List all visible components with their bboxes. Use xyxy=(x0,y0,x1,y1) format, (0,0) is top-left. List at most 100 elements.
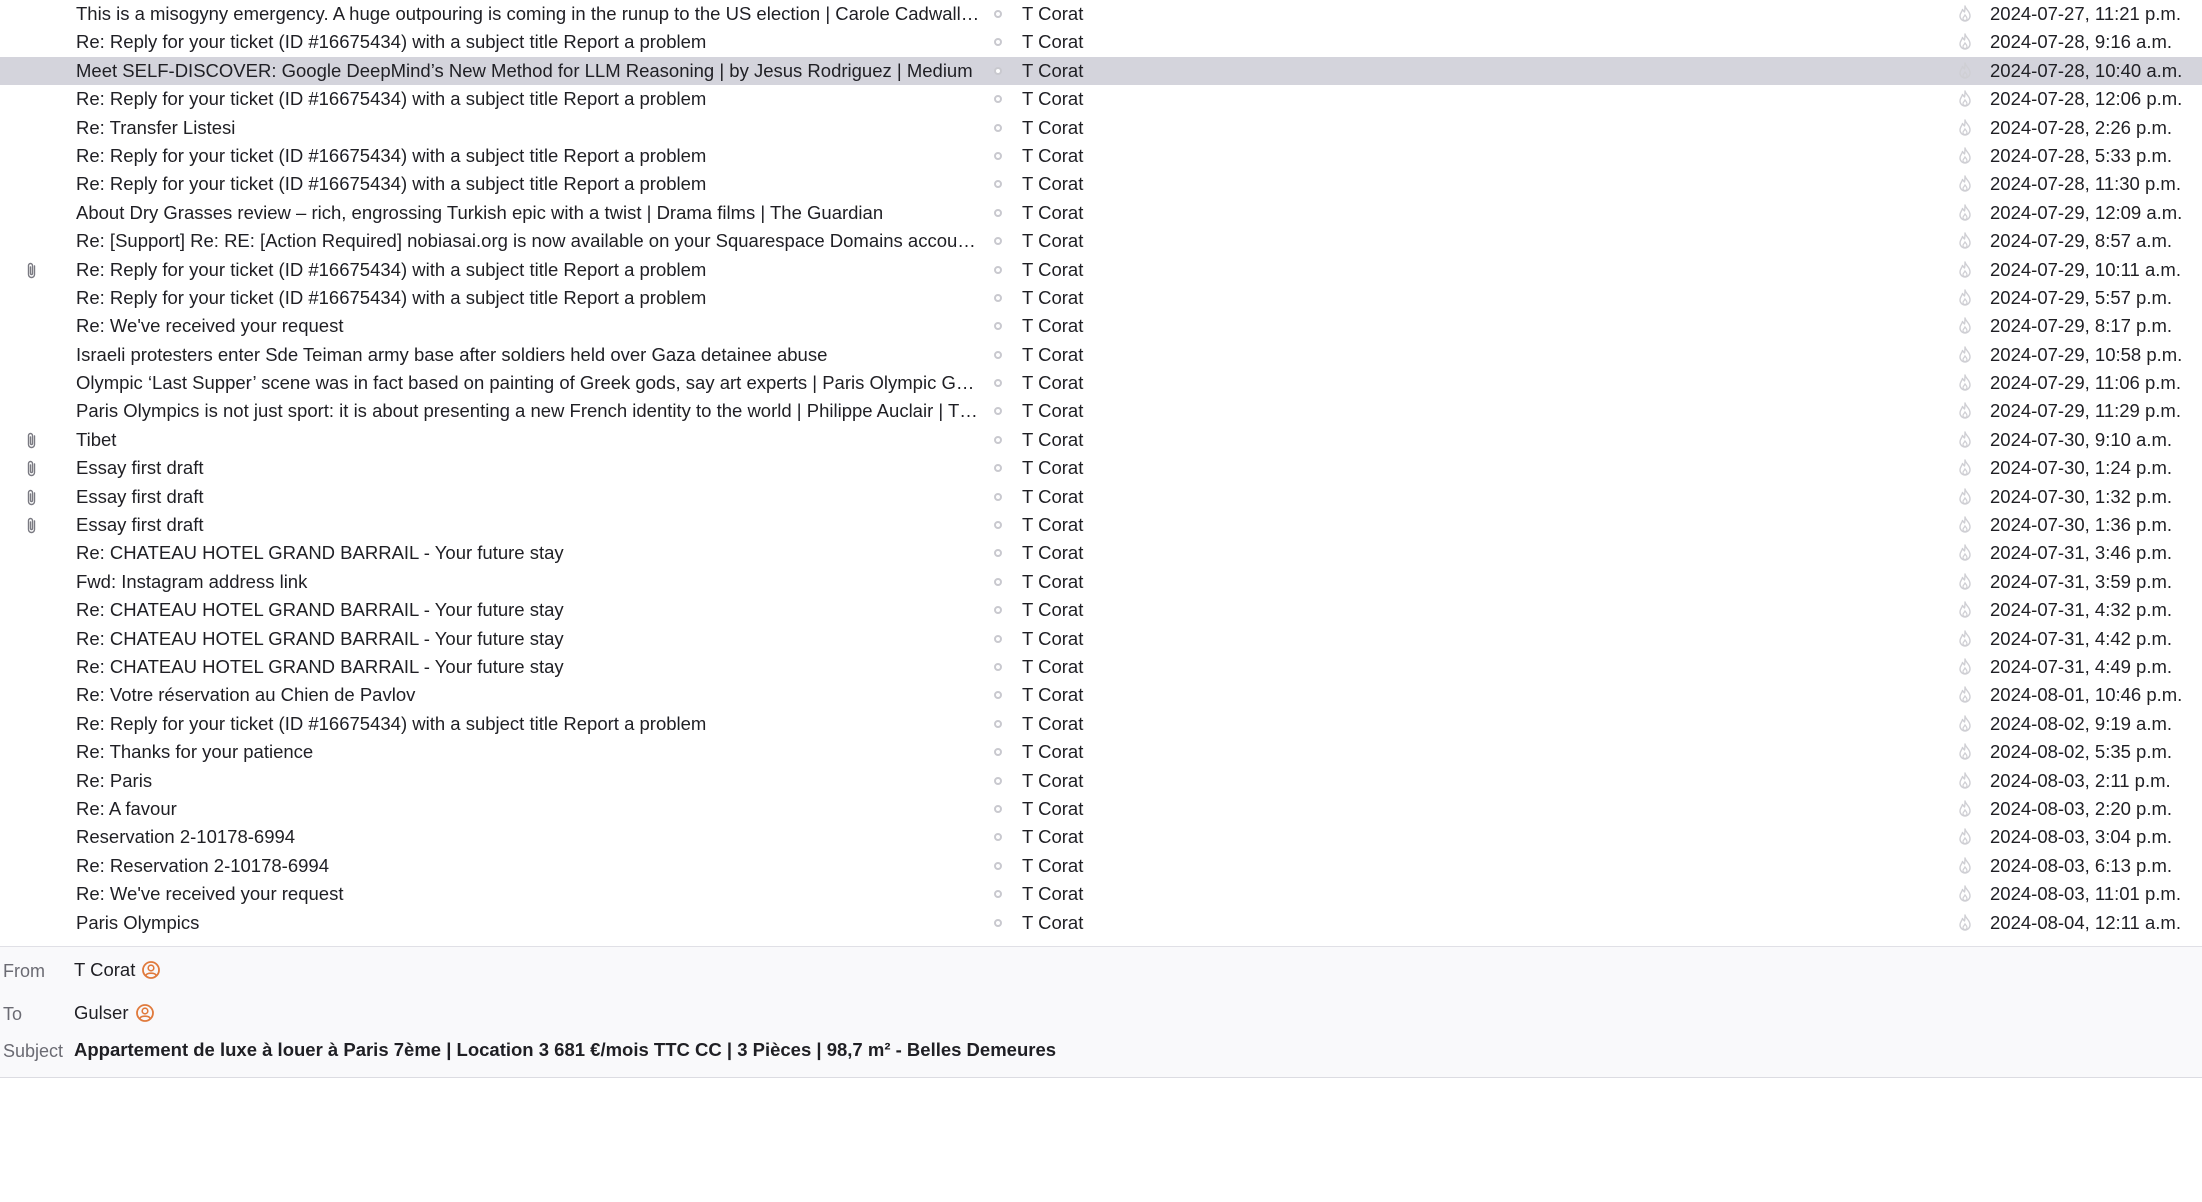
message-sender[interactable]: T Corat xyxy=(1022,341,1182,369)
flame-icon[interactable] xyxy=(1955,260,1975,280)
read-dot-icon[interactable] xyxy=(994,265,1002,274)
message-subject[interactable]: About Dry Grasses review – rich, engross… xyxy=(76,199,981,227)
message-sender[interactable]: T Corat xyxy=(1022,625,1182,653)
message-row[interactable]: Re: CHATEAU HOTEL GRAND BARRAIL - Your f… xyxy=(0,625,2202,653)
flame-icon[interactable] xyxy=(1955,458,1975,478)
message-date[interactable]: 2024-07-28, 10:40 a.m. xyxy=(1990,57,2200,85)
read-dot-icon[interactable] xyxy=(994,464,1002,473)
message-row[interactable]: Re: Reply for your ticket (ID #16675434)… xyxy=(0,170,2202,198)
flame-icon[interactable] xyxy=(1955,32,1975,52)
message-sender[interactable]: T Corat xyxy=(1022,256,1182,284)
message-row[interactable]: Essay first draft T Corat 2024-07-30, 1:32… xyxy=(0,483,2202,511)
read-dot-icon[interactable] xyxy=(994,719,1002,728)
flame-icon[interactable] xyxy=(1955,316,1975,336)
message-date[interactable]: 2024-07-30, 1:24 p.m. xyxy=(1990,454,2200,482)
message-subject[interactable]: Re: Votre réservation au Chien de Pavlov xyxy=(76,681,981,709)
message-date[interactable]: 2024-07-31, 4:32 p.m. xyxy=(1990,596,2200,624)
message-date[interactable]: 2024-07-28, 12:06 p.m. xyxy=(1990,85,2200,113)
read-dot-icon[interactable] xyxy=(994,237,1002,246)
message-sender[interactable]: T Corat xyxy=(1022,483,1182,511)
message-row[interactable]: This is a misogyny emergency. A huge out… xyxy=(0,0,2202,28)
read-dot-icon[interactable] xyxy=(994,662,1002,671)
read-dot-icon[interactable] xyxy=(994,804,1002,813)
message-date[interactable]: 2024-07-29, 5:57 p.m. xyxy=(1990,284,2200,312)
message-subject[interactable]: Re: We've received your request xyxy=(76,880,981,908)
message-row[interactable]: Re: Transfer Listesi T Corat 2024-07-28, 2… xyxy=(0,114,2202,142)
message-date[interactable]: 2024-07-30, 1:36 p.m. xyxy=(1990,511,2200,539)
message-date[interactable]: 2024-07-29, 8:57 a.m. xyxy=(1990,227,2200,255)
message-list[interactable]: This is a misogyny emergency. A huge out… xyxy=(0,0,2202,946)
message-sender[interactable]: T Corat xyxy=(1022,170,1182,198)
message-date[interactable]: 2024-07-28, 9:16 a.m. xyxy=(1990,28,2200,56)
message-subject[interactable]: Re: CHATEAU HOTEL GRAND BARRAIL - Your f… xyxy=(76,653,981,681)
message-sender[interactable]: T Corat xyxy=(1022,653,1182,681)
message-row[interactable]: Tibet T Corat 2024-07-30, 9:10 a.m. xyxy=(0,426,2202,454)
message-row[interactable]: Re: Reply for your ticket (ID #16675434)… xyxy=(0,284,2202,312)
flame-icon[interactable] xyxy=(1955,856,1975,876)
message-sender[interactable]: T Corat xyxy=(1022,568,1182,596)
read-dot-icon[interactable] xyxy=(994,38,1002,47)
message-date[interactable]: 2024-08-02, 5:35 p.m. xyxy=(1990,738,2200,766)
flame-icon[interactable] xyxy=(1955,685,1975,705)
message-row[interactable]: Re: We've received your request T Corat 20… xyxy=(0,312,2202,340)
flame-icon[interactable] xyxy=(1955,913,1975,933)
message-row[interactable]: Re: Reply for your ticket (ID #16675434)… xyxy=(0,710,2202,738)
message-date[interactable]: 2024-07-29, 10:58 p.m. xyxy=(1990,341,2200,369)
read-dot-icon[interactable] xyxy=(994,379,1002,388)
message-sender[interactable]: T Corat xyxy=(1022,312,1182,340)
message-sender[interactable]: T Corat xyxy=(1022,426,1182,454)
flame-icon[interactable] xyxy=(1955,174,1975,194)
read-dot-icon[interactable] xyxy=(994,776,1002,785)
read-dot-icon[interactable] xyxy=(994,293,1002,302)
message-subject[interactable]: Re: Reply for your ticket (ID #16675434)… xyxy=(76,170,981,198)
message-subject[interactable]: Tibet xyxy=(76,426,981,454)
read-dot-icon[interactable] xyxy=(994,918,1002,927)
message-subject[interactable]: Re: Reply for your ticket (ID #16675434)… xyxy=(76,256,981,284)
message-date[interactable]: 2024-07-31, 4:49 p.m. xyxy=(1990,653,2200,681)
read-dot-icon[interactable] xyxy=(994,10,1002,18)
message-row[interactable]: Reservation 2-10178-6994 T Corat 2024-08-0… xyxy=(0,823,2202,851)
message-row[interactable]: Re: A favour T Corat 2024-08-03, 2:20 p.m. xyxy=(0,795,2202,823)
message-row[interactable]: Re: Reservation 2-10178-6994 T Corat 2024-… xyxy=(0,852,2202,880)
message-subject[interactable]: Paris Olympics is not just sport: it is … xyxy=(76,397,981,425)
to-field[interactable]: Gulser xyxy=(74,1002,155,1024)
message-row[interactable]: Essay first draft T Corat 2024-07-30, 1:24… xyxy=(0,454,2202,482)
message-subject[interactable]: Re: Transfer Listesi xyxy=(76,114,981,142)
message-subject[interactable]: Meet SELF-DISCOVER: Google DeepMind’s Ne… xyxy=(76,57,981,85)
message-sender[interactable]: T Corat xyxy=(1022,85,1182,113)
message-date[interactable]: 2024-07-29, 8:17 p.m. xyxy=(1990,312,2200,340)
message-subject[interactable]: Reservation 2-10178-6994 xyxy=(76,823,981,851)
message-date[interactable]: 2024-08-03, 2:20 p.m. xyxy=(1990,795,2200,823)
flame-icon[interactable] xyxy=(1955,742,1975,762)
message-row[interactable]: Re: Votre réservation au Chien de Pavlov… xyxy=(0,681,2202,709)
message-row[interactable]: About Dry Grasses review – rich, engross… xyxy=(0,199,2202,227)
message-date[interactable]: 2024-08-03, 2:11 p.m. xyxy=(1990,767,2200,795)
flame-icon[interactable] xyxy=(1955,799,1975,819)
message-row[interactable]: Fwd: Instagram address link T Corat 2024-0… xyxy=(0,568,2202,596)
to-value[interactable]: Gulser xyxy=(74,1002,129,1024)
read-dot-icon[interactable] xyxy=(994,123,1002,132)
message-subject[interactable]: Re: Paris xyxy=(76,767,981,795)
message-subject[interactable]: Israeli protesters enter Sde Teiman army… xyxy=(76,341,981,369)
flame-icon[interactable] xyxy=(1955,288,1975,308)
message-row[interactable]: Meet SELF-DISCOVER: Google DeepMind’s Ne… xyxy=(0,56,2202,86)
message-subject[interactable]: Olympic ‘Last Supper’ scene was in fact … xyxy=(76,369,981,397)
message-sender[interactable]: T Corat xyxy=(1022,767,1182,795)
flame-icon[interactable] xyxy=(1955,487,1975,507)
message-sender[interactable]: T Corat xyxy=(1022,454,1182,482)
flame-icon[interactable] xyxy=(1955,600,1975,620)
message-sender[interactable]: T Corat xyxy=(1022,369,1182,397)
message-row[interactable]: Re: [Support] Re: RE: [Action Required] … xyxy=(0,227,2202,255)
message-date[interactable]: 2024-07-29, 11:29 p.m. xyxy=(1990,397,2200,425)
flame-icon[interactable] xyxy=(1955,231,1975,251)
read-dot-icon[interactable] xyxy=(994,549,1002,558)
message-date[interactable]: 2024-08-03, 11:01 p.m. xyxy=(1990,880,2200,908)
read-dot-icon[interactable] xyxy=(994,634,1002,643)
read-dot-icon[interactable] xyxy=(994,407,1002,416)
flame-icon[interactable] xyxy=(1955,203,1975,223)
message-subject[interactable]: Re: Reservation 2-10178-6994 xyxy=(76,852,981,880)
message-date[interactable]: 2024-07-28, 2:26 p.m. xyxy=(1990,114,2200,142)
read-dot-icon[interactable] xyxy=(994,521,1002,530)
message-row[interactable]: Re: CHATEAU HOTEL GRAND BARRAIL - Your f… xyxy=(0,653,2202,681)
message-body-pane[interactable] xyxy=(0,1078,2202,1202)
